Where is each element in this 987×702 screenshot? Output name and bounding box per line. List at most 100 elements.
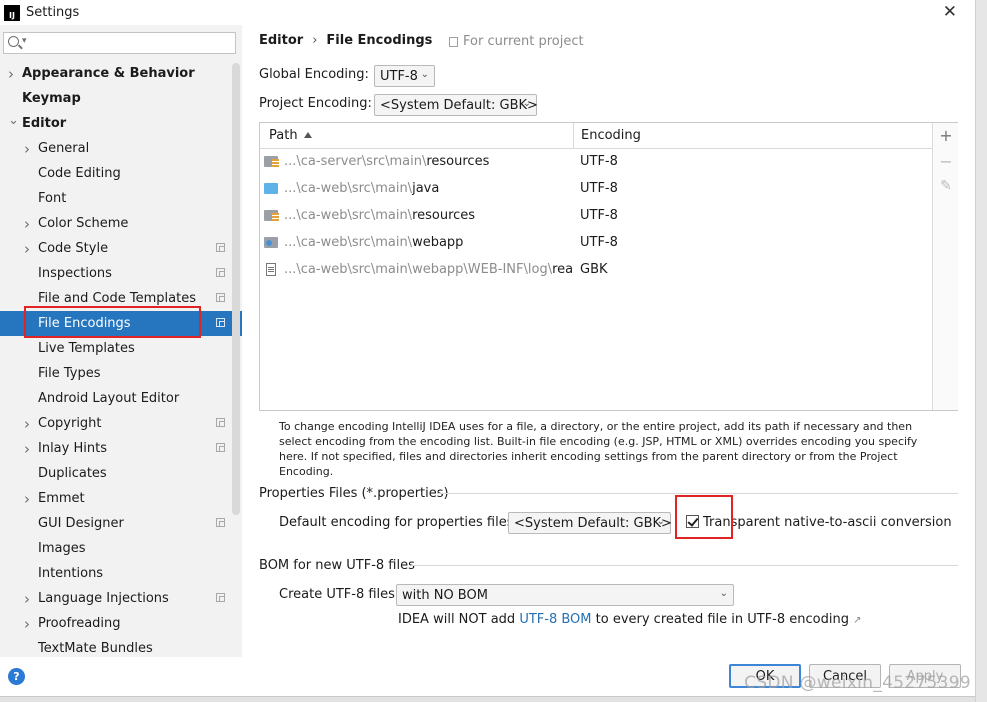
close-icon[interactable]: ✕ [943,2,957,22]
global-encoding-label: Global Encoding: [259,67,369,82]
project-scope-icon [216,418,225,427]
sidebar-item-code-style[interactable]: › Code Style [0,236,242,261]
chevron-right-icon[interactable]: › [24,440,30,458]
table-row[interactable]: ...\ca-server\src\main\resources UTF-8 [260,149,932,176]
sidebar-item-keymap[interactable]: Keymap [0,86,242,111]
global-encoding-select[interactable]: UTF-8 ⌄ [374,65,435,87]
sidebar-item-label: Code Editing [38,166,121,181]
sidebar-item-label: Appearance & Behavior [22,66,195,81]
encoding-cell[interactable]: GBK [580,262,608,277]
encoding-cell[interactable]: UTF-8 [580,208,618,223]
chevron-down-icon[interactable]: ⌄ [8,113,19,128]
project-scope-icon [216,293,225,302]
edit-icon[interactable]: ✎ [938,178,954,194]
project-scope-icon [216,518,225,527]
sidebar-item-images[interactable]: Images [0,536,242,561]
column-header-encoding[interactable]: Encoding [581,128,641,143]
section-divider [411,565,958,566]
chevron-right-icon[interactable]: › [24,590,30,608]
sidebar-item-label: Font [38,191,67,206]
chevron-right-icon[interactable]: › [24,140,30,158]
page-title: File Encodings [326,33,433,48]
chevron-right-icon[interactable]: › [8,65,14,83]
create-utf8-select[interactable]: with NO BOM ⌄ [396,584,734,606]
create-utf8-label: Create UTF-8 files: [279,587,400,602]
sidebar-item-proofreading[interactable]: › Proofreading [0,611,242,636]
table-row[interactable]: ...\ca-web\src\main\webapp UTF-8 [260,230,932,257]
column-header-path[interactable]: Path [269,128,312,143]
project-scope-icon [216,443,225,452]
chevron-down-icon[interactable]: ▾ [22,36,27,46]
sidebar-item-code-editing[interactable]: Code Editing [0,161,242,186]
properties-encoding-value: <System Default: GBK> [514,515,672,531]
project-scope-icon [216,268,225,277]
remove-icon[interactable]: − [938,152,954,171]
path-prefix: ...\ca-web\src\main\ [284,181,413,196]
sidebar-item-label: TextMate Bundles [38,641,153,656]
breadcrumb-parent[interactable]: Editor [259,33,303,48]
watermark: CSDN @weixin_45275399 [744,673,971,693]
sidebar-item-label: Live Templates [38,341,135,356]
title-bar: IJ Settings ✕ [0,0,975,25]
path-cell: ...\ca-web\src\main\resources [284,208,573,223]
chevron-right-icon[interactable]: › [24,615,30,633]
scope-hint: For current project [449,34,584,49]
encoding-cell[interactable]: UTF-8 [580,235,618,250]
sidebar-item-textmate-bundles[interactable]: TextMate Bundles [0,636,242,661]
sidebar-item-appearance-behavior[interactable]: › Appearance & Behavior [0,61,242,86]
sidebar-item-file-types[interactable]: File Types [0,361,242,386]
table-row[interactable]: ...\ca-web\src\main\resources UTF-8 [260,203,932,230]
sidebar-item-emmet[interactable]: › Emmet [0,486,242,511]
resources-folder-icon [264,156,279,167]
sidebar-item-intentions[interactable]: Intentions [0,561,242,586]
project-scope-icon [216,318,225,327]
web-folder-icon [264,237,278,248]
source-folder-icon [264,183,278,194]
path-leaf: java [412,181,440,196]
settings-search-input[interactable]: ▾ [3,32,236,54]
sidebar-item-label: Emmet [38,491,85,506]
chevron-right-icon[interactable]: › [24,240,30,258]
sidebar-scrollbar[interactable] [232,63,240,515]
sidebar-item-language-injections[interactable]: › Language Injections [0,586,242,611]
settings-sidebar: ▾ › Appearance & Behavior Keymap ⌄ Editor › Ge… [0,25,242,657]
sidebar-item-duplicates[interactable]: Duplicates [0,461,242,486]
chevron-right-icon[interactable]: › [24,215,30,233]
add-icon[interactable]: + [938,126,954,145]
encoding-cell[interactable]: UTF-8 [580,154,618,169]
sidebar-item-label: Images [38,541,86,556]
table-row[interactable]: ...\ca-web\src\main\java UTF-8 [260,176,932,203]
project-encoding-label: Project Encoding: [259,96,372,111]
table-toolbar: + − ✎ [932,123,958,410]
sidebar-item-android-layout-editor[interactable]: Android Layout Editor [0,386,242,411]
sidebar-item-color-scheme[interactable]: › Color Scheme [0,211,242,236]
chevron-right-icon[interactable]: › [24,490,30,508]
project-encoding-select[interactable]: <System Default: GBK> ⌄ [374,94,538,116]
encoding-cell[interactable]: UTF-8 [580,181,618,196]
sidebar-item-editor[interactable]: ⌄ Editor [0,111,242,136]
utf8-bom-link[interactable]: UTF-8 BOM [519,612,591,627]
path-cell: ...\ca-web\src\main\java [284,181,573,196]
sidebar-item-label: Language Injections [38,591,169,606]
table-row[interactable]: ...\ca-web\src\main\webapp\WEB-INF\log\r… [260,257,932,284]
sidebar-item-font[interactable]: Font [0,186,242,211]
transparent-conversion-label[interactable]: Transparent native-to-ascii conversion [703,515,952,530]
sidebar-item-general[interactable]: › General [0,136,242,161]
chevron-right-icon[interactable]: › [24,415,30,433]
sidebar-item-label: General [38,141,90,156]
chevron-down-icon: ⌄ [420,69,429,80]
sidebar-item-live-templates[interactable]: Live Templates [0,336,242,361]
project-encoding-value: <System Default: GBK> [380,97,538,113]
sidebar-item-label: Proofreading [38,616,121,631]
global-encoding-value: UTF-8 [380,68,418,84]
chevron-down-icon: ⌄ [522,98,531,109]
properties-encoding-select[interactable]: <System Default: GBK> ⌄ [508,512,672,534]
sidebar-item-inlay-hints[interactable]: › Inlay Hints [0,436,242,461]
help-button[interactable]: ? [8,668,25,685]
sidebar-item-copyright[interactable]: › Copyright [0,411,242,436]
sidebar-item-gui-designer[interactable]: GUI Designer [0,511,242,536]
scope-label: For current project [463,34,584,49]
properties-section-title: Properties Files (*.properties) [259,486,449,501]
breadcrumb: Editor › File Encodings [259,33,432,48]
sidebar-item-inspections[interactable]: Inspections [0,261,242,286]
